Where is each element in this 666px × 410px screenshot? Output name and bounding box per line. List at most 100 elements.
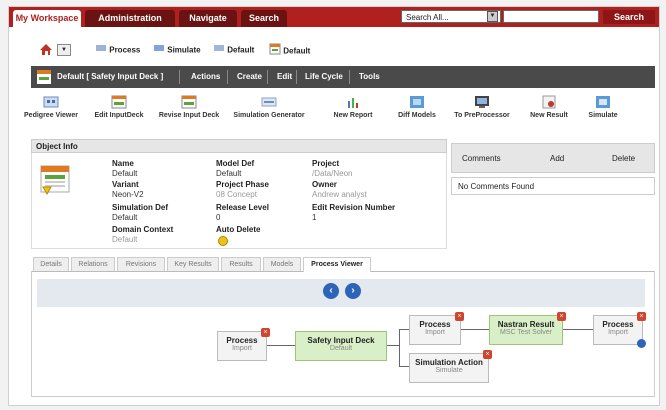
tool-label: Simulation Generator — [233, 112, 305, 119]
simulation-action-node[interactable]: Simulation Action Simulate × — [409, 350, 492, 383]
menu-life-cycle[interactable]: Life Cycle — [305, 66, 343, 88]
node-link-icon[interactable] — [637, 339, 646, 348]
bookmark-process[interactable]: Process — [95, 43, 140, 57]
input-deck-icon — [269, 43, 281, 60]
revise-deck-icon — [181, 95, 197, 109]
node-close-icon[interactable]: × — [637, 312, 646, 321]
detail-tabs: Details Relations Revisions Key Results … — [31, 255, 655, 272]
tab-administration[interactable]: Administration — [85, 10, 175, 27]
field-value: /Data/Neon — [312, 169, 353, 178]
node-close-icon[interactable]: × — [455, 312, 464, 321]
nav-previous-icon[interactable]: ‹ — [323, 283, 339, 299]
field-value: Default — [112, 169, 138, 178]
field-label: Name — [112, 159, 134, 168]
tool-label: New Result — [530, 112, 568, 119]
field-value: 1 — [312, 213, 317, 222]
divider — [227, 70, 228, 84]
home-icon[interactable] — [39, 43, 53, 58]
node-close-icon[interactable]: × — [557, 312, 566, 321]
tab-navigate[interactable]: Navigate — [179, 10, 237, 27]
field-label: Model Def — [216, 159, 255, 168]
bookmark-default-1[interactable]: Default — [213, 43, 254, 57]
menu-edit[interactable]: Edit — [277, 66, 292, 88]
field-label: Simulation Def — [112, 203, 169, 212]
new-result-icon — [541, 95, 557, 109]
menu-actions[interactable]: Actions — [191, 66, 220, 88]
tool-label: Pedigree Viewer — [24, 112, 78, 119]
field-value: 0 — [216, 213, 221, 222]
tab-process-viewer[interactable]: Process Viewer — [303, 257, 371, 272]
divider — [349, 70, 350, 84]
divider — [296, 70, 297, 84]
bookmark-label: Default — [227, 45, 255, 55]
menu-create[interactable]: Create — [237, 66, 262, 88]
tab-details[interactable]: Details — [33, 257, 69, 271]
field-value: Default — [112, 213, 138, 222]
search-scope-select[interactable]: Search All... — [401, 10, 501, 23]
app-window: My Workspace Administration Navigate Sea… — [8, 6, 660, 406]
safety-input-deck-node[interactable]: Safety Input Deck Default — [295, 331, 387, 361]
process-viewer-nav-strip — [37, 279, 645, 307]
process-node[interactable]: Process Import × — [217, 328, 270, 361]
node-close-icon[interactable]: × — [261, 328, 270, 337]
process-node[interactable]: Process Import × — [409, 312, 464, 345]
nastran-result-node[interactable]: Nastran Result MSC Test Solver × — [489, 312, 566, 345]
field-label: Domain Context — [112, 225, 174, 234]
tool-simulation-generator[interactable]: Simulation Generator — [229, 95, 309, 119]
tool-pedigree-viewer[interactable]: Pedigree Viewer — [21, 95, 81, 119]
delete-comment-link[interactable]: Delete — [612, 154, 635, 163]
tab-models[interactable]: Models — [263, 257, 301, 271]
node-close-icon[interactable]: × — [483, 350, 492, 359]
node-title: Safety Input Deck — [307, 336, 375, 345]
divider — [179, 70, 180, 84]
field-label: Variant — [112, 180, 139, 189]
tool-new-result[interactable]: New Result — [519, 95, 579, 119]
tool-label: To PreProcessor — [454, 112, 510, 119]
tab-results[interactable]: Results — [221, 257, 261, 271]
search-button[interactable]: Search — [603, 10, 655, 24]
object-info-header: Object Info — [31, 139, 447, 153]
add-comment-link[interactable]: Add — [550, 154, 564, 163]
field-label: Owner — [312, 180, 337, 189]
node-subtitle: Import — [425, 329, 445, 336]
process-node[interactable]: Process Import × — [593, 312, 646, 348]
tab-revisions[interactable]: Revisions — [117, 257, 165, 271]
field-value: Default — [112, 235, 138, 244]
tool-edit-inputdeck[interactable]: Edit InputDeck — [89, 95, 149, 119]
bookmark-label: Simulate — [167, 45, 201, 55]
tab-my-workspace[interactable]: My Workspace — [13, 10, 81, 27]
tab-relations[interactable]: Relations — [71, 257, 115, 271]
connector-line — [461, 329, 489, 330]
simulate-icon — [595, 95, 611, 109]
tool-label: Revise Input Deck — [158, 112, 220, 119]
tool-simulate[interactable]: Simulate — [573, 95, 633, 119]
dropdown-arrow-icon[interactable]: ▼ — [487, 11, 498, 22]
bookmark-default-2[interactable]: Default — [269, 43, 310, 57]
tool-revise-input-deck[interactable]: Revise Input Deck — [157, 95, 221, 119]
search-input[interactable] — [503, 10, 599, 23]
tool-label: New Report — [333, 112, 373, 119]
bookmark-simulate[interactable]: Simulate — [153, 43, 201, 57]
field-value: Neon-V2 — [112, 190, 144, 199]
menu-dropdown-icon[interactable]: ▼ — [57, 44, 71, 56]
tool-diff-models[interactable]: Diff Models — [387, 95, 447, 119]
diff-models-icon — [409, 95, 425, 109]
nav-next-icon[interactable]: › — [345, 283, 361, 299]
tool-new-report[interactable]: New Report — [323, 95, 383, 119]
field-label: Project Phase — [216, 180, 269, 189]
field-value: Default — [216, 169, 242, 178]
node-subtitle: Simulate — [435, 367, 463, 374]
auto-delete-indicator-icon — [218, 236, 228, 246]
tool-to-preprocessor[interactable]: To PreProcessor — [449, 95, 515, 119]
top-navigation-bar: My Workspace Administration Navigate Sea… — [9, 7, 659, 27]
object-info-panel: Name Default Variant Neon-V2 Simulation … — [31, 153, 447, 249]
preprocessor-icon — [474, 95, 490, 109]
node-title: Process — [226, 336, 258, 345]
tab-key-results[interactable]: Key Results — [167, 257, 219, 271]
tab-search[interactable]: Search — [241, 10, 287, 27]
comments-title: Comments — [462, 154, 501, 163]
field-value: Andrew analyst — [312, 190, 367, 199]
field-label: Edit Revision Number — [312, 203, 396, 212]
menu-tools[interactable]: Tools — [359, 66, 380, 88]
node-subtitle: Import — [232, 345, 252, 352]
